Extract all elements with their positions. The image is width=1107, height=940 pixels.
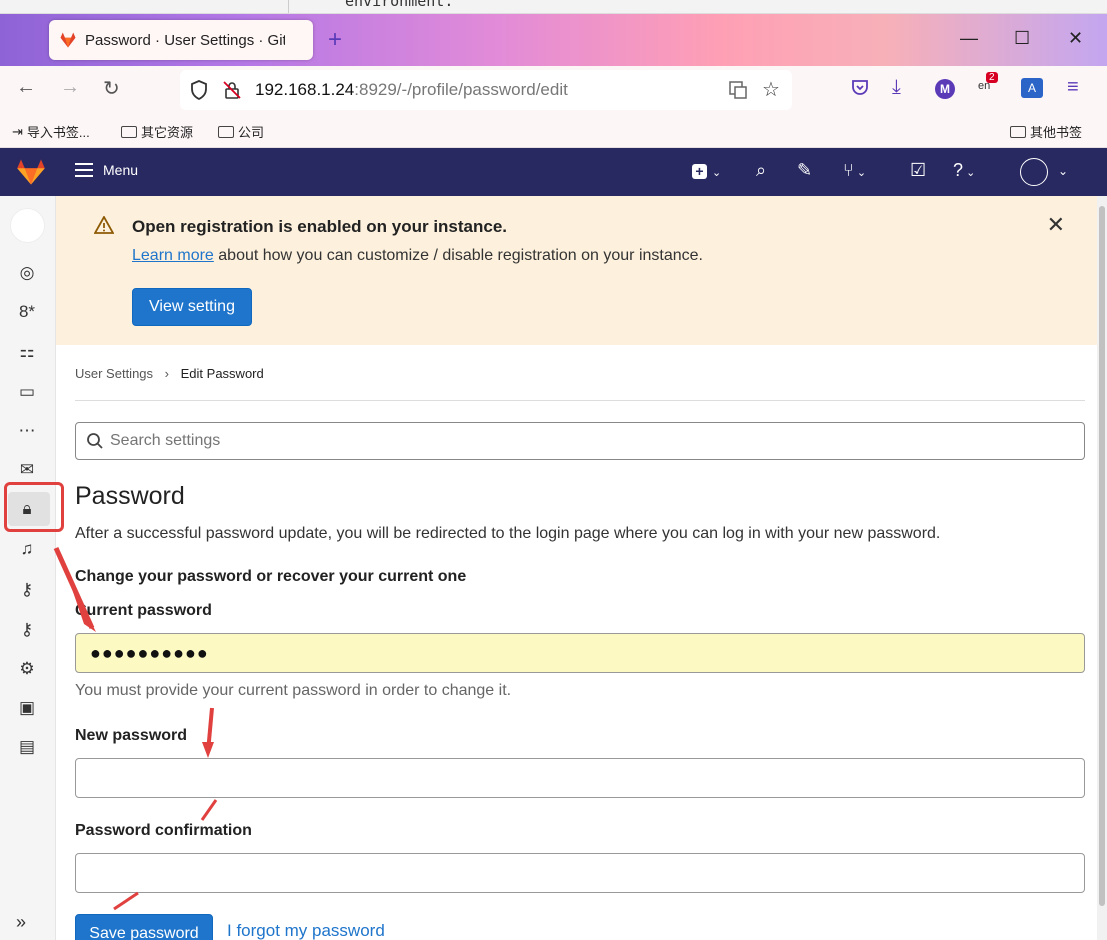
todo-icon[interactable]: ☑ bbox=[910, 160, 926, 181]
download-icon[interactable]: ⤓ bbox=[892, 76, 901, 99]
current-password-value: ●●●●●●●●●● bbox=[90, 643, 209, 663]
bookmarks-bar: ⇥ 导入书签... 其它资源 公司 其他书签 bbox=[0, 114, 1107, 148]
view-setting-button[interactable]: View setting bbox=[132, 288, 252, 326]
banner-body: Learn more about how you can customize /… bbox=[132, 247, 703, 264]
ssh-key-icon[interactable]: ⚷ bbox=[16, 579, 38, 601]
learn-more-link[interactable]: Learn more bbox=[132, 247, 214, 264]
emails-icon[interactable]: ✉ bbox=[16, 459, 38, 481]
search-icon[interactable]: ⌕ bbox=[756, 160, 766, 181]
help-icon[interactable]: ? ⌄ bbox=[953, 160, 975, 181]
url-text: 192.168.1.24:8929/-/profile/password/edi… bbox=[255, 80, 568, 99]
password-confirmation-field[interactable] bbox=[75, 853, 1085, 893]
page-description: After a successful password update, you … bbox=[75, 525, 941, 542]
bookmark-folder[interactable]: 公司 bbox=[218, 122, 264, 141]
url-bar[interactable]: 192.168.1.24:8929/-/profile/password/edi… bbox=[180, 70, 792, 110]
user-avatar[interactable] bbox=[1020, 158, 1048, 186]
pocket-icon[interactable] bbox=[850, 78, 870, 98]
browser-titlebar: Password · User Settings · Git + — ☐ ✕ bbox=[0, 14, 1107, 66]
search-box bbox=[75, 422, 1085, 460]
new-password-label: New password bbox=[75, 727, 188, 744]
folder-icon bbox=[1010, 125, 1026, 138]
collapse-sidebar-icon[interactable]: » bbox=[16, 912, 26, 933]
create-new-icon[interactable]: + ⌄ bbox=[692, 160, 721, 181]
scrollbar-thumb[interactable] bbox=[1099, 206, 1105, 906]
profile-icon[interactable]: ◎ bbox=[16, 262, 38, 284]
highlight-box bbox=[4, 482, 64, 532]
account-icon[interactable]: 8* bbox=[16, 301, 38, 323]
back-icon[interactable]: ← bbox=[16, 76, 36, 99]
new-tab-icon[interactable]: + bbox=[328, 26, 342, 54]
account-avatar[interactable]: M bbox=[935, 79, 955, 99]
gitlab-header: Menu + ⌄ ⌕ ✎ ⑂ ⌄ ☑ ? ⌄ ⌄ bbox=[0, 148, 1107, 196]
registration-banner: Open registration is enabled on your ins… bbox=[56, 196, 1107, 345]
chevron-down-icon[interactable]: ⌄ bbox=[1058, 164, 1068, 178]
notifications-icon[interactable]: ♫ bbox=[16, 538, 38, 560]
breadcrumb: User Settings › Edit Password bbox=[75, 366, 264, 381]
sidebar-avatar[interactable] bbox=[10, 208, 45, 243]
background-window: environment. bbox=[0, 0, 1107, 14]
scrollbar[interactable] bbox=[1097, 196, 1107, 940]
gitlab-favicon-icon bbox=[60, 32, 76, 48]
app-menu-icon[interactable]: ≡ bbox=[1067, 76, 1079, 99]
gitlab-logo-icon[interactable] bbox=[16, 158, 46, 186]
hamburger-icon bbox=[75, 163, 93, 177]
issues-icon[interactable]: ✎ bbox=[797, 160, 812, 181]
bookmark-import[interactable]: ⇥ 导入书签... bbox=[12, 122, 90, 141]
applications-icon[interactable]: ⚏ bbox=[16, 341, 38, 363]
warning-icon bbox=[94, 216, 114, 234]
audit-log-icon[interactable]: ▤ bbox=[16, 736, 38, 758]
banner-title: Open registration is enabled on your ins… bbox=[132, 217, 508, 236]
preferences-icon[interactable]: ⚙ bbox=[16, 658, 38, 680]
translator-icon[interactable]: A bbox=[1021, 78, 1043, 98]
browser-tab[interactable]: Password · User Settings · Git bbox=[49, 20, 313, 60]
divider bbox=[75, 400, 1085, 401]
current-password-label: Current password bbox=[75, 602, 212, 619]
menu-button[interactable]: Menu bbox=[75, 162, 138, 178]
search-icon bbox=[87, 433, 103, 449]
save-password-button[interactable]: Save password bbox=[75, 914, 213, 940]
menu-label: Menu bbox=[103, 162, 139, 178]
gpg-key-icon[interactable]: ⚷ bbox=[16, 619, 38, 641]
chevron-right-icon: › bbox=[164, 366, 170, 381]
current-password-field[interactable]: ●●●●●●●●●● bbox=[75, 633, 1085, 673]
close-window-icon[interactable]: ✕ bbox=[1068, 28, 1083, 49]
close-icon[interactable]: ✕ bbox=[1047, 212, 1065, 238]
breadcrumb-current: Edit Password bbox=[180, 366, 264, 381]
import-icon: ⇥ bbox=[12, 123, 23, 139]
bookmark-star-icon[interactable]: ☆ bbox=[762, 77, 780, 102]
sessions-icon[interactable]: ▣ bbox=[16, 697, 38, 719]
translate-page-icon[interactable] bbox=[728, 80, 748, 100]
folder-icon bbox=[121, 125, 137, 138]
main-content: User Settings › Edit Password Password A… bbox=[56, 345, 1107, 940]
password-confirmation-label: Password confirmation bbox=[75, 822, 252, 839]
forward-icon[interactable]: → bbox=[60, 76, 80, 99]
extension-badge: 2 bbox=[986, 72, 998, 83]
browser-navbar: ← → ↻ 192.168.1.24:8929/-/profile/passwo… bbox=[0, 66, 1107, 114]
new-password-field[interactable] bbox=[75, 758, 1085, 798]
shield-icon bbox=[191, 80, 207, 100]
minimize-icon[interactable]: — bbox=[960, 28, 978, 49]
tab-title: Password · User Settings · Git bbox=[85, 31, 285, 49]
bookmark-other[interactable]: 其他书签 bbox=[1010, 122, 1082, 141]
breadcrumb-parent[interactable]: User Settings bbox=[75, 366, 153, 381]
forgot-password-link[interactable]: I forgot my password bbox=[227, 921, 385, 940]
code-snippet: environment. bbox=[345, 0, 454, 10]
merge-requests-icon[interactable]: ⑂ ⌄ bbox=[843, 160, 866, 181]
folder-icon bbox=[218, 125, 234, 138]
tokens-icon[interactable]: ⋯ bbox=[16, 420, 38, 442]
chat-icon[interactable]: ▭ bbox=[16, 381, 38, 403]
settings-sidebar: ◎ 8* ⚏ ▭ ⋯ ✉ 🔒︎ ♫ ⚷ ⚷ ⚙ ▣ ▤ » bbox=[0, 196, 64, 940]
divider bbox=[288, 0, 289, 13]
search-input[interactable] bbox=[110, 432, 1050, 450]
page-title: Password bbox=[75, 482, 185, 510]
current-password-help: You must provide your current password i… bbox=[75, 682, 512, 699]
bookmark-folder[interactable]: 其它资源 bbox=[121, 122, 193, 141]
reload-icon[interactable]: ↻ bbox=[103, 76, 120, 101]
insecure-lock-icon bbox=[223, 81, 241, 99]
maximize-icon[interactable]: ☐ bbox=[1014, 28, 1030, 49]
section-subtitle: Change your password or recover your cur… bbox=[75, 568, 467, 585]
